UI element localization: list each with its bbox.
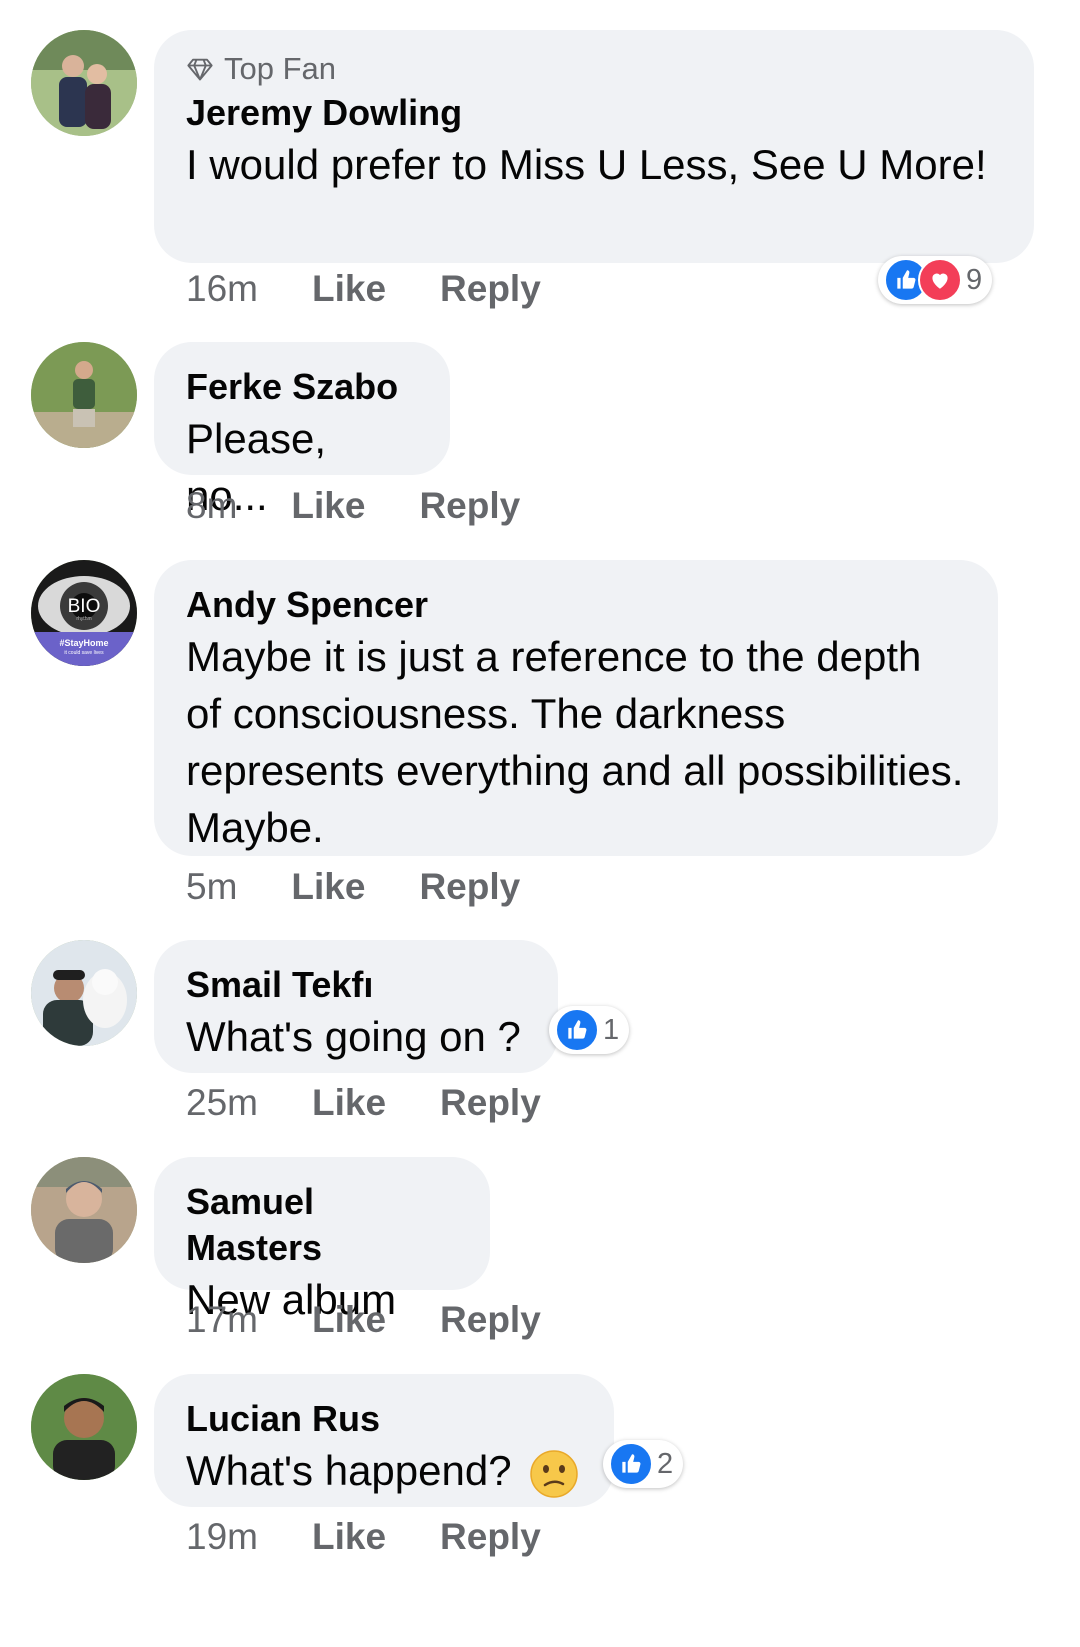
timestamp[interactable]: 25m — [186, 1082, 258, 1124]
commenter-name[interactable]: Andy Spencer — [186, 582, 966, 628]
avatar-tag-text: #StayHome — [59, 638, 108, 648]
avatar[interactable] — [31, 1157, 137, 1263]
reply-button[interactable]: Reply — [419, 866, 520, 908]
comment-bubble[interactable]: Andy Spencer Maybe it is just a referenc… — [154, 560, 998, 856]
commenter-name[interactable]: Smail Tekfı — [186, 962, 526, 1008]
thumbs-up-icon — [609, 1442, 653, 1486]
comment-text: What's going on ? — [186, 1013, 521, 1060]
timestamp[interactable]: 8m — [186, 485, 237, 527]
reply-button[interactable]: Reply — [440, 1516, 541, 1558]
comment-text: I would prefer to Miss U Less, See U Mor… — [186, 141, 987, 188]
comment-actions: 16m Like Reply — [186, 268, 541, 310]
like-button[interactable]: Like — [312, 1299, 386, 1341]
comment-bubble[interactable]: Ferke Szabo Please, no... — [154, 342, 450, 519]
reaction-count: 2 — [657, 1447, 674, 1480]
thumbs-up-icon — [555, 1008, 599, 1052]
heart-icon — [918, 258, 962, 302]
reaction-count: 1 — [603, 1013, 620, 1046]
avatar[interactable] — [31, 940, 137, 1046]
like-button[interactable]: Like — [291, 485, 365, 527]
reply-button[interactable]: Reply — [440, 268, 541, 310]
comment-actions: 17m Like Reply — [186, 1299, 541, 1341]
avatar[interactable] — [31, 342, 137, 448]
commenter-name[interactable]: Lucian Rus — [186, 1396, 582, 1442]
avatar[interactable] — [31, 1374, 137, 1480]
comment-actions: 8m Like Reply — [186, 485, 520, 527]
comment-text-row: What's happend? — [186, 1442, 582, 1499]
like-button[interactable]: Like — [312, 1516, 386, 1558]
like-button[interactable]: Like — [312, 268, 386, 310]
confused-face-emoji — [530, 1450, 579, 1498]
avatar-logo-text: BIO — [68, 596, 101, 617]
timestamp[interactable]: 5m — [186, 866, 237, 908]
timestamp[interactable]: 17m — [186, 1299, 258, 1341]
badge-label: Top Fan — [224, 51, 337, 86]
avatar-logo-subtext: rhythm — [76, 616, 91, 622]
comment-bubble[interactable]: Smail Tekfı What's going on ? — [154, 940, 558, 1073]
timestamp[interactable]: 19m — [186, 1516, 258, 1558]
commenter-name[interactable]: Samuel Masters — [186, 1179, 458, 1271]
comment-actions: 5m Like Reply — [186, 866, 520, 908]
reply-button[interactable]: Reply — [440, 1299, 541, 1341]
avatar[interactable] — [31, 30, 137, 136]
timestamp[interactable]: 16m — [186, 268, 258, 310]
comment-text: What's happend? — [186, 1447, 512, 1494]
reaction-summary[interactable]: 1 — [549, 1006, 630, 1054]
reaction-summary[interactable]: 9 — [878, 256, 993, 304]
like-button[interactable]: Like — [291, 866, 365, 908]
reaction-summary[interactable]: 2 — [603, 1440, 684, 1488]
avatar[interactable]: BIO rhythm #StayHome it could save lives — [31, 560, 137, 666]
comment-actions: 19m Like Reply — [186, 1516, 541, 1558]
top-fan-badge: Top Fan — [186, 51, 1002, 86]
comment-text: Maybe it is just a reference to the dept… — [186, 633, 964, 851]
comment-bubble[interactable]: Lucian Rus What's happend? — [154, 1374, 614, 1507]
like-button[interactable]: Like — [312, 1082, 386, 1124]
avatar-tag-subtext: it could save lives — [64, 650, 104, 656]
comment-bubble[interactable]: Top Fan Jeremy Dowling I would prefer to… — [154, 30, 1034, 263]
reply-button[interactable]: Reply — [440, 1082, 541, 1124]
reaction-count: 9 — [966, 263, 983, 296]
commenter-name[interactable]: Jeremy Dowling — [186, 90, 1002, 136]
comment-actions: 25m Like Reply — [186, 1082, 541, 1124]
diamond-icon — [187, 58, 213, 81]
reply-button[interactable]: Reply — [419, 485, 520, 527]
comment-bubble[interactable]: Samuel Masters New album — [154, 1157, 490, 1323]
commenter-name[interactable]: Ferke Szabo — [186, 364, 418, 410]
